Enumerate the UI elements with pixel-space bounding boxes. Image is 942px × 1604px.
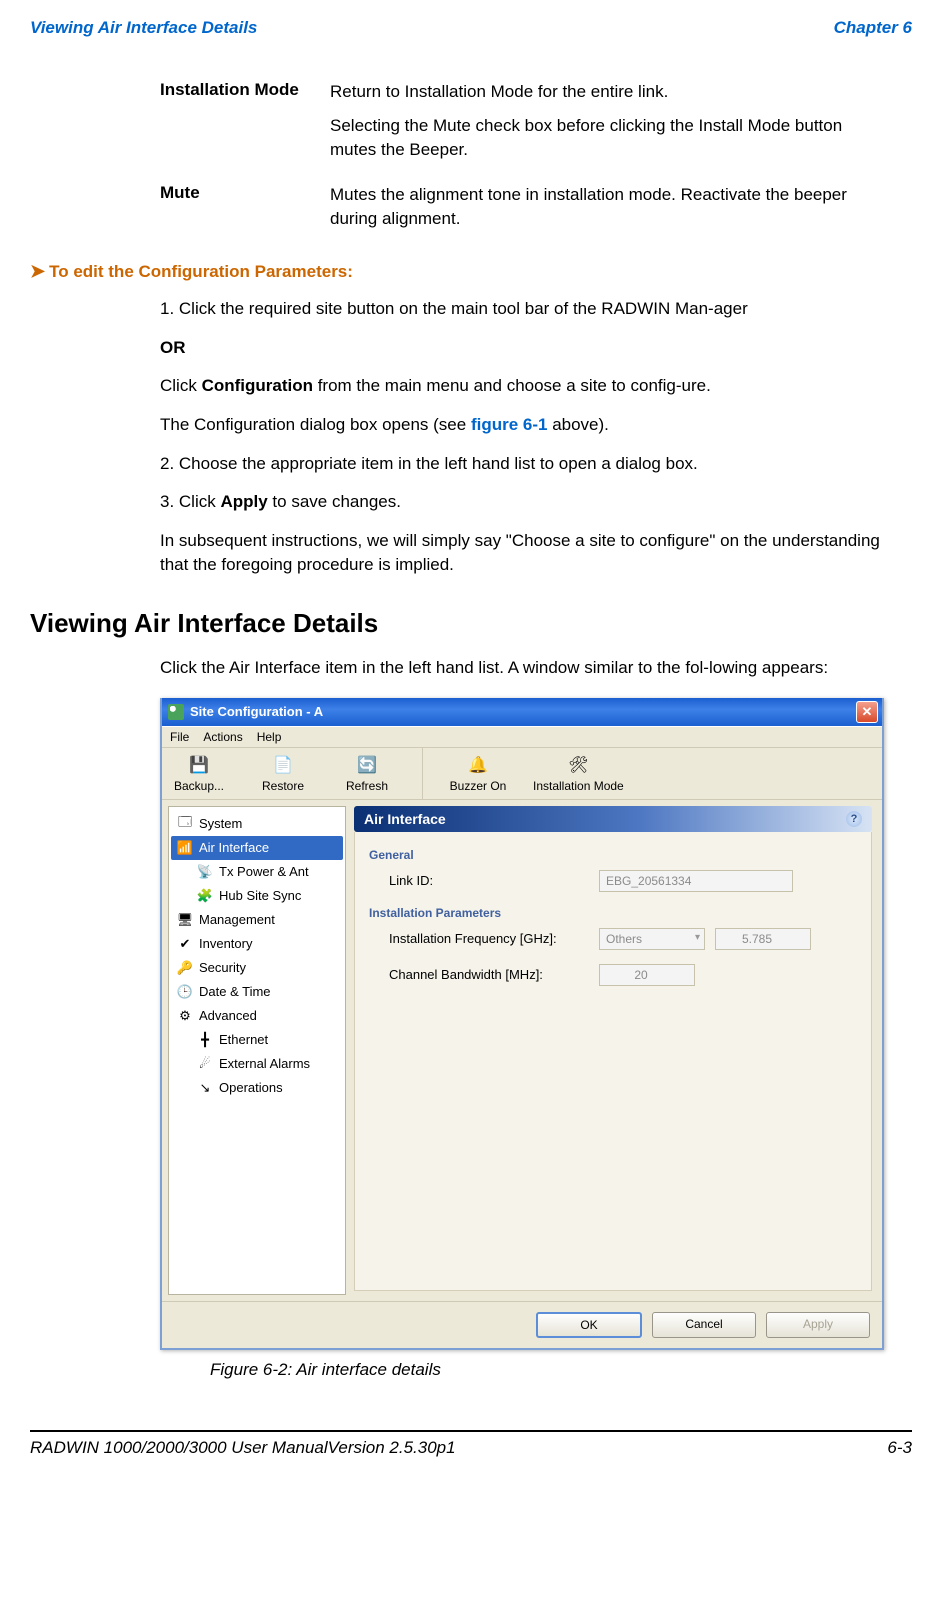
- buzzer-icon: 🔔: [467, 754, 489, 776]
- sidebar-item-hub-site-sync[interactable]: 🧩Hub Site Sync: [171, 884, 343, 908]
- figure-caption: Figure 6-2: Air interface details: [210, 1360, 912, 1380]
- sidebar-item-tx-power[interactable]: 📡Tx Power & Ant: [171, 860, 343, 884]
- hub-sync-icon: 🧩: [197, 888, 213, 904]
- sidebar-item-ethernet[interactable]: ╋Ethernet: [171, 1028, 343, 1052]
- sidebar-item-external-alarms[interactable]: ☄External Alarms: [171, 1052, 343, 1076]
- toolbar-separator: [422, 748, 423, 799]
- procedure-heading: ➤To edit the Configuration Parameters:: [30, 261, 912, 282]
- figure-container: Site Configuration - A ✕ File Actions He…: [160, 698, 912, 1380]
- operations-icon: ↘: [197, 1080, 213, 1096]
- button-bar: OK Cancel Apply: [162, 1301, 882, 1348]
- desc-installation-mode: Return to Installation Mode for the enti…: [330, 80, 860, 171]
- label-link-id: Link ID:: [389, 873, 589, 888]
- close-button[interactable]: ✕: [856, 701, 878, 723]
- sidebar-item-management[interactable]: 🖥Management: [171, 908, 343, 932]
- air-interface-icon: 📶: [177, 840, 193, 856]
- cancel-button[interactable]: Cancel: [652, 1312, 756, 1338]
- gear-icon: ⚙: [177, 1008, 193, 1024]
- toolbar-restore[interactable]: 📄 Restore: [254, 754, 312, 793]
- help-icon[interactable]: ?: [846, 811, 862, 827]
- inventory-icon: ✔: [177, 936, 193, 952]
- step-2: 2. Choose the appropriate item in the le…: [160, 452, 912, 477]
- term-installation-mode: Installation Mode: [160, 80, 330, 171]
- toolbar-backup[interactable]: 💾 Backup...: [170, 754, 228, 793]
- toolbar-refresh[interactable]: 🔄 Refresh: [338, 754, 396, 793]
- step-3: 3. Click Apply to save changes.: [160, 490, 912, 515]
- sidebar-item-system[interactable]: 🗔System: [171, 812, 343, 836]
- sidebar-item-date-time[interactable]: 🕒Date & Time: [171, 980, 343, 1004]
- label-channel-bandwidth: Channel Bandwidth [MHz]:: [389, 967, 589, 982]
- definition-table: Installation Mode Return to Installation…: [160, 80, 912, 241]
- antenna-icon: 📡: [197, 864, 213, 880]
- window-title: Site Configuration - A: [190, 704, 323, 719]
- input-link-id[interactable]: EBG_20561334: [599, 870, 793, 892]
- select-install-frequency[interactable]: Others: [599, 928, 705, 950]
- term-mute: Mute: [160, 183, 330, 241]
- toolbar-installmode[interactable]: 🛠 Installation Mode: [533, 754, 624, 793]
- ok-button[interactable]: OK: [536, 1312, 642, 1338]
- clock-icon: 🕒: [177, 984, 193, 1000]
- input-install-frequency-value[interactable]: 5.785: [715, 928, 811, 950]
- pane-body: General Link ID: EBG_20561334 Installati…: [354, 832, 872, 1291]
- page-header-left: Viewing Air Interface Details: [30, 18, 257, 38]
- system-icon: 🗔: [177, 816, 193, 832]
- menu-file[interactable]: File: [170, 730, 189, 744]
- ethernet-icon: ╋: [197, 1032, 213, 1048]
- step-1-or: OR: [160, 336, 912, 361]
- procedure-steps: 1. Click the required site button on the…: [160, 297, 912, 578]
- window-titlebar[interactable]: Site Configuration - A ✕: [162, 698, 882, 726]
- arrow-icon: ➤: [30, 261, 45, 281]
- step-1-result: The Configuration dialog box opens (see …: [160, 413, 912, 438]
- sidebar-item-security[interactable]: 🔑Security: [171, 956, 343, 980]
- procedure-tail: In subsequent instructions, we will simp…: [160, 529, 912, 578]
- restore-icon: 📄: [272, 754, 294, 776]
- site-config-window: Site Configuration - A ✕ File Actions He…: [160, 698, 884, 1350]
- step-1: 1. Click the required site button on the…: [160, 297, 912, 322]
- sidebar-item-air-interface[interactable]: 📶Air Interface: [171, 836, 343, 860]
- desc-mute: Mutes the alignment tone in installation…: [330, 183, 860, 241]
- pane-title: Air Interface: [364, 811, 446, 827]
- section-intro: Click the Air Interface item in the left…: [160, 656, 912, 681]
- footer-left: RADWIN 1000/2000/3000 User ManualVersion…: [30, 1438, 456, 1458]
- apply-button[interactable]: Apply: [766, 1312, 870, 1338]
- menu-actions[interactable]: Actions: [203, 730, 242, 744]
- group-installation-parameters: Installation Parameters: [369, 906, 857, 920]
- app-icon: [168, 704, 184, 720]
- backup-icon: 💾: [188, 754, 210, 776]
- refresh-icon: 🔄: [356, 754, 378, 776]
- group-general: General: [369, 848, 857, 862]
- page-header-right: Chapter 6: [834, 18, 912, 38]
- figure-link[interactable]: figure 6-1: [471, 415, 548, 434]
- sidebar-item-operations[interactable]: ↘Operations: [171, 1076, 343, 1100]
- security-icon: 🔑: [177, 960, 193, 976]
- footer-rule: [30, 1430, 912, 1432]
- alarm-icon: ☄: [197, 1056, 213, 1072]
- input-channel-bandwidth[interactable]: 20: [599, 964, 695, 986]
- sidebar-item-inventory[interactable]: ✔Inventory: [171, 932, 343, 956]
- pane-header: Air Interface ?: [354, 806, 872, 832]
- toolbar: 💾 Backup... 📄 Restore 🔄 Refresh 🔔 Buzzer…: [162, 747, 882, 800]
- step-1-alt: Click Configuration from the main menu a…: [160, 374, 912, 399]
- menu-help[interactable]: Help: [257, 730, 282, 744]
- label-install-frequency: Installation Frequency [GHz]:: [389, 931, 589, 946]
- sidebar: 🗔System 📶Air Interface 📡Tx Power & Ant 🧩…: [168, 806, 346, 1295]
- sidebar-item-advanced[interactable]: ⚙Advanced: [171, 1004, 343, 1028]
- footer-right: 6-3: [887, 1438, 912, 1458]
- management-icon: 🖥: [177, 912, 193, 928]
- toolbar-buzzer[interactable]: 🔔 Buzzer On: [449, 754, 507, 793]
- section-heading: Viewing Air Interface Details: [30, 608, 912, 639]
- menu-bar: File Actions Help: [162, 726, 882, 747]
- installmode-icon: 🛠: [567, 754, 589, 776]
